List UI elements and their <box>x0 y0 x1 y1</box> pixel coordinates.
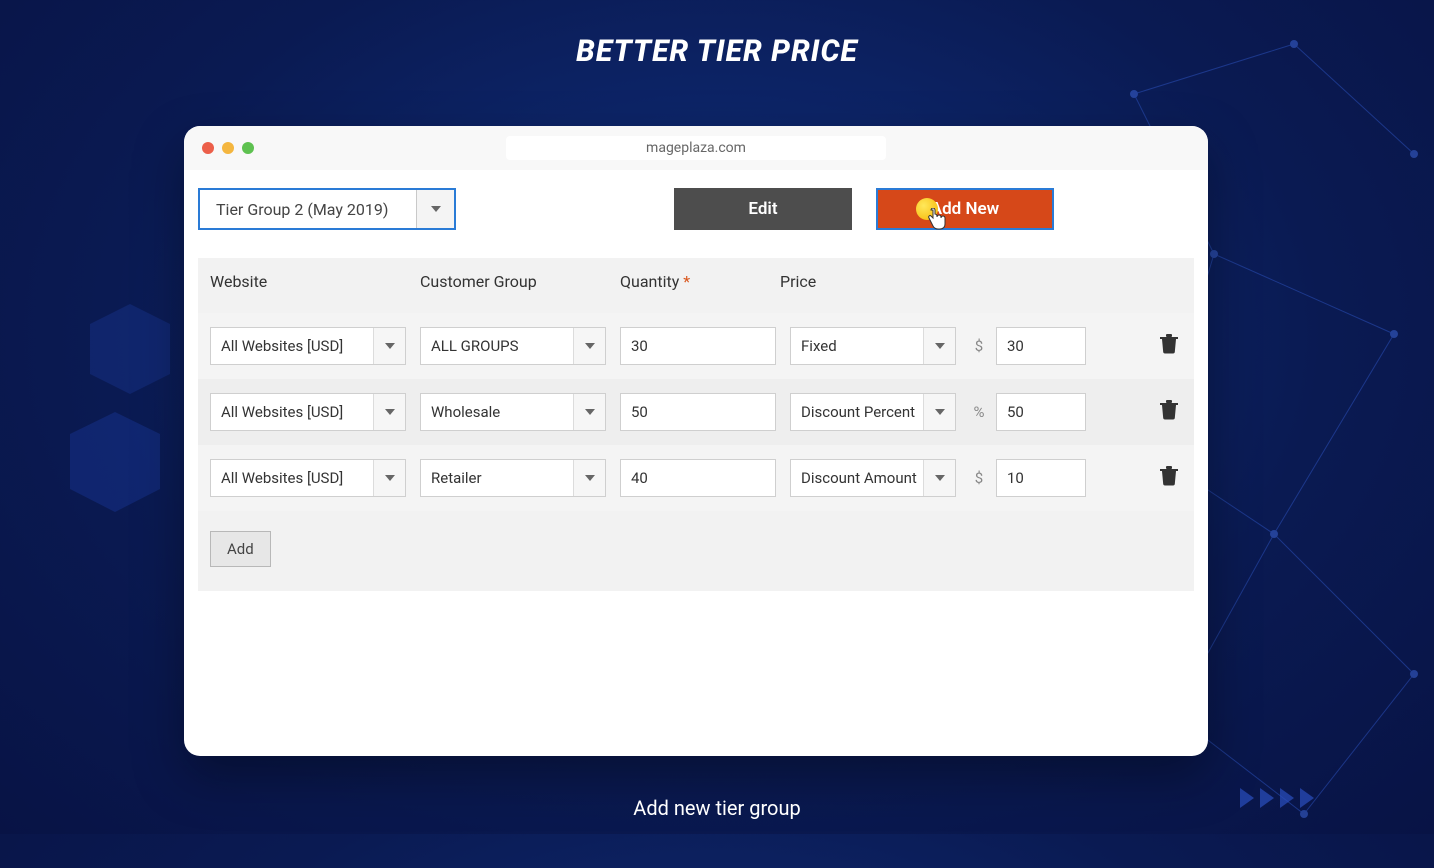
price-type-select[interactable]: Discount Amount <box>790 459 956 497</box>
delete-row-button[interactable] <box>1160 334 1182 358</box>
trash-icon <box>1160 400 1178 420</box>
currency-symbol: $ <box>970 469 988 487</box>
quantity-input[interactable]: 40 <box>620 459 776 497</box>
website-select[interactable]: All Websites [USD] <box>210 327 406 365</box>
delete-row-button[interactable] <box>1160 400 1182 424</box>
chevron-down-icon <box>373 394 405 430</box>
customer-group-select[interactable]: ALL GROUPS <box>420 327 606 365</box>
price-type-value: Fixed <box>791 328 923 364</box>
chevron-down-icon <box>573 394 605 430</box>
grid-row: All Websites [USD] Retailer 40 Discount … <box>198 445 1194 511</box>
add-new-button-label: Add New <box>931 199 999 219</box>
col-customer-group: Customer Group <box>420 272 620 291</box>
website-value: All Websites [USD] <box>211 394 373 430</box>
customer-group-value: Retailer <box>421 460 573 496</box>
quantity-input[interactable]: 50 <box>620 393 776 431</box>
chevron-down-icon <box>923 460 955 496</box>
url-field[interactable]: mageplaza.com <box>506 136 886 160</box>
required-asterisk: * <box>683 272 690 291</box>
chevron-down-icon <box>573 460 605 496</box>
col-quantity: Quantity * <box>620 272 780 291</box>
trash-icon <box>1160 466 1178 486</box>
customer-group-value: Wholesale <box>421 394 573 430</box>
price-type-value: Discount Percent <box>791 394 923 430</box>
add-row-label: Add <box>227 540 254 558</box>
quantity-input[interactable]: 30 <box>620 327 776 365</box>
chevron-down-icon <box>923 394 955 430</box>
chevron-down-icon <box>373 328 405 364</box>
page-title: BETTER TIER PRICE <box>0 34 1434 69</box>
trash-icon <box>1160 334 1178 354</box>
minimize-window-icon[interactable] <box>222 142 234 154</box>
customer-group-select[interactable]: Wholesale <box>420 393 606 431</box>
url-text: mageplaza.com <box>646 140 746 156</box>
tier-group-value: Tier Group 2 (May 2019) <box>200 190 416 228</box>
price-type-value: Discount Amount <box>791 460 923 496</box>
customer-group-value: ALL GROUPS <box>421 328 573 364</box>
grid-row: All Websites [USD] Wholesale 50 Discount… <box>198 379 1194 445</box>
currency-symbol: % <box>970 403 988 421</box>
website-select[interactable]: All Websites [USD] <box>210 459 406 497</box>
chevron-down-icon <box>416 190 454 228</box>
chevron-down-icon <box>923 328 955 364</box>
website-select[interactable]: All Websites [USD] <box>210 393 406 431</box>
tier-group-select[interactable]: Tier Group 2 (May 2019) <box>198 188 456 230</box>
chevron-down-icon <box>573 328 605 364</box>
add-new-button[interactable]: Add New <box>876 188 1054 230</box>
price-input[interactable]: 50 <box>996 393 1086 431</box>
price-input[interactable]: 30 <box>996 327 1086 365</box>
edit-button-label: Edit <box>748 199 777 219</box>
website-value: All Websites [USD] <box>211 328 373 364</box>
caption-text: Add new tier group <box>0 796 1434 820</box>
grid-header-row: Website Customer Group Quantity * Price <box>198 258 1194 313</box>
edit-button[interactable]: Edit <box>674 188 852 230</box>
browser-window: mageplaza.com Tier Group 2 (May 2019) Ed… <box>184 126 1208 756</box>
price-input[interactable]: 10 <box>996 459 1086 497</box>
add-row-button[interactable]: Add <box>210 531 271 567</box>
currency-symbol: $ <box>970 337 988 355</box>
grid-row: All Websites [USD] ALL GROUPS 30 Fixed $… <box>198 313 1194 379</box>
tier-price-grid: Website Customer Group Quantity * Price … <box>198 258 1194 591</box>
price-type-select[interactable]: Discount Percent <box>790 393 956 431</box>
website-value: All Websites [USD] <box>211 460 373 496</box>
close-window-icon[interactable] <box>202 142 214 154</box>
price-type-select[interactable]: Fixed <box>790 327 956 365</box>
chevron-down-icon <box>373 460 405 496</box>
browser-titlebar: mageplaza.com <box>184 126 1208 170</box>
col-price: Price <box>780 272 1190 291</box>
maximize-window-icon[interactable] <box>242 142 254 154</box>
delete-row-button[interactable] <box>1160 466 1182 490</box>
window-controls <box>202 142 254 154</box>
customer-group-select[interactable]: Retailer <box>420 459 606 497</box>
col-website: Website <box>210 272 420 291</box>
